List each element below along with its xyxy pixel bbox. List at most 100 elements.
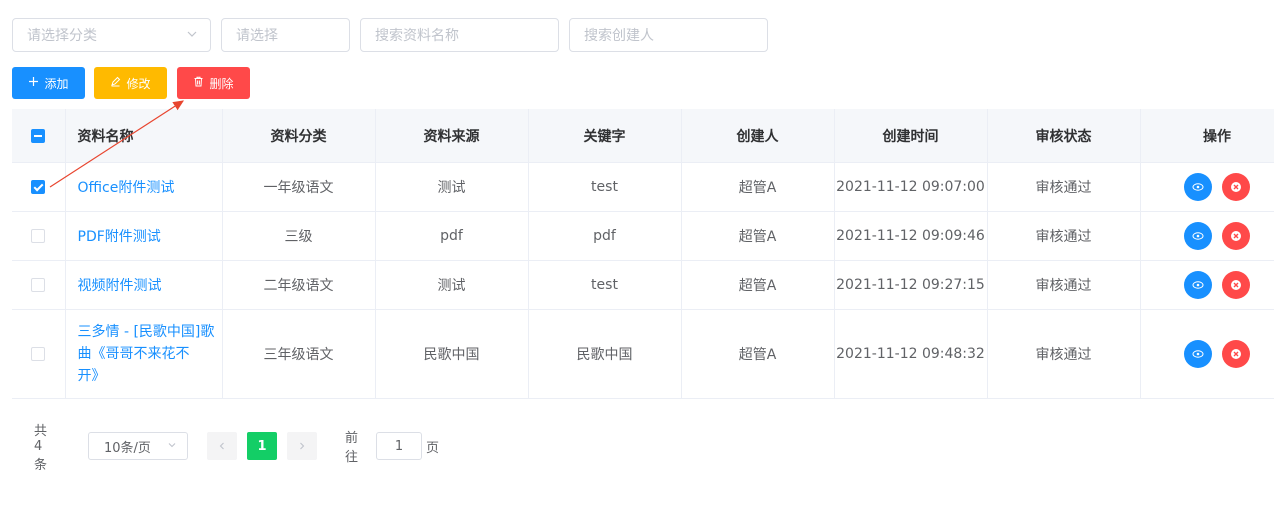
- select-all-checkbox[interactable]: [31, 128, 46, 143]
- goto-label: 前往: [345, 431, 359, 465]
- row-name-link[interactable]: PDF附件测试: [65, 211, 223, 261]
- row-name-link[interactable]: 三多情 - [民歌中国]歌 曲《哥哥不来花不 开》: [65, 309, 223, 399]
- row-checkbox[interactable]: [31, 347, 46, 361]
- row-name-line: 三多情 - [民歌中国]歌: [77, 324, 215, 340]
- eye-icon: [1192, 281, 1204, 289]
- chevron-down-icon: [186, 28, 198, 43]
- row-created: 2021-11-12 09:09:46: [834, 211, 988, 261]
- table-row: PDF附件测试 三级 pdf pdf 超管A 2021-11-12 09:09:…: [12, 211, 1274, 261]
- view-button[interactable]: [1184, 222, 1212, 250]
- goto-page-input[interactable]: 1: [376, 432, 422, 460]
- header-category: 资料分类: [222, 109, 376, 163]
- add-button[interactable]: 添加: [12, 67, 85, 99]
- remove-button[interactable]: [1222, 222, 1250, 250]
- table-row: 三多情 - [民歌中国]歌 曲《哥哥不来花不 开》 三年级语文 民歌中国 民歌中…: [12, 309, 1274, 399]
- delete-button[interactable]: 删除: [177, 67, 250, 99]
- category-select-placeholder: 请选择分类: [27, 28, 97, 44]
- row-category: 三级: [222, 211, 376, 261]
- page-suffix-label: 页: [426, 440, 440, 456]
- name-search-placeholder: 搜索资料名称: [375, 28, 459, 44]
- row-creator: 超管A: [681, 260, 835, 310]
- table-row: Office附件测试 一年级语文 测试 test 超管A 2021-11-12 …: [12, 162, 1274, 212]
- plus-icon: [28, 76, 39, 90]
- row-created: 2021-11-12 09:48:32: [834, 309, 988, 399]
- row-status: 审核通过: [987, 162, 1141, 212]
- row-keyword: test: [528, 260, 682, 310]
- secondary-select[interactable]: 请选择: [221, 18, 350, 52]
- next-page-button[interactable]: [287, 432, 317, 460]
- eye-icon: [1192, 350, 1204, 358]
- chevron-left-icon: [219, 442, 224, 450]
- creator-search-placeholder: 搜索创建人: [584, 28, 654, 44]
- edit-button[interactable]: 修改: [94, 67, 167, 99]
- creator-search-input[interactable]: 搜索创建人: [569, 18, 768, 52]
- row-status: 审核通过: [987, 309, 1141, 399]
- row-select-cell: [12, 162, 66, 212]
- view-button[interactable]: [1184, 271, 1212, 299]
- close-circle-icon: [1231, 280, 1241, 290]
- close-circle-icon: [1231, 231, 1241, 241]
- remove-button[interactable]: [1222, 173, 1250, 201]
- page-size-value: 10条/页: [104, 440, 151, 456]
- row-source: 测试: [375, 162, 529, 212]
- row-select-cell: [12, 260, 66, 310]
- header-status: 审核状态: [987, 109, 1141, 163]
- header-created: 创建时间: [834, 109, 988, 163]
- select-all-cell: [12, 109, 66, 163]
- page-number-current[interactable]: 1: [247, 432, 277, 460]
- remove-button[interactable]: [1222, 340, 1250, 368]
- row-category: 三年级语文: [222, 309, 376, 399]
- delete-button-label: 删除: [209, 76, 234, 91]
- name-search-input[interactable]: 搜索资料名称: [360, 18, 559, 52]
- row-status: 审核通过: [987, 211, 1141, 261]
- row-keyword: 民歌中国: [528, 309, 682, 399]
- row-source: 民歌中国: [375, 309, 529, 399]
- row-actions: [1140, 309, 1274, 399]
- row-name-line: 曲《哥哥不来花不: [77, 346, 190, 362]
- header-keyword: 关键字: [528, 109, 682, 163]
- view-button[interactable]: [1184, 340, 1212, 368]
- total-count: 共 4 条: [34, 423, 48, 473]
- data-table: 资料名称 资料分类 资料来源 关键字 创建人 创建时间 审核状态 操作 Offi…: [12, 109, 1274, 399]
- row-checkbox[interactable]: [31, 229, 46, 243]
- secondary-select-placeholder: 请选择: [236, 28, 278, 44]
- view-button[interactable]: [1184, 173, 1212, 201]
- row-select-cell: [12, 309, 66, 399]
- row-name-link[interactable]: Office附件测试: [65, 162, 223, 212]
- category-select[interactable]: 请选择分类: [12, 18, 211, 52]
- row-creator: 超管A: [681, 309, 835, 399]
- pencil-icon: [110, 76, 121, 90]
- row-actions: [1140, 260, 1274, 310]
- row-select-cell: [12, 211, 66, 261]
- page-size-select[interactable]: 10条/页: [88, 432, 188, 460]
- remove-button[interactable]: [1222, 271, 1250, 299]
- table-header-row: 资料名称 资料分类 资料来源 关键字 创建人 创建时间 审核状态 操作: [12, 109, 1274, 163]
- header-name: 资料名称: [65, 109, 223, 163]
- eye-icon: [1192, 183, 1204, 191]
- row-actions: [1140, 211, 1274, 261]
- row-created: 2021-11-12 09:27:15: [834, 260, 988, 310]
- row-source: 测试: [375, 260, 529, 310]
- row-source: pdf: [375, 211, 529, 261]
- row-checkbox[interactable]: [31, 180, 46, 194]
- row-status: 审核通过: [987, 260, 1141, 310]
- row-keyword: pdf: [528, 211, 682, 261]
- header-source: 资料来源: [375, 109, 529, 163]
- edit-button-label: 修改: [126, 76, 151, 91]
- row-category: 一年级语文: [222, 162, 376, 212]
- header-creator: 创建人: [681, 109, 835, 163]
- trash-icon: [193, 76, 204, 90]
- row-checkbox[interactable]: [31, 278, 46, 292]
- row-keyword: test: [528, 162, 682, 212]
- prev-page-button[interactable]: [207, 432, 237, 460]
- row-name-link[interactable]: 视频附件测试: [65, 260, 223, 310]
- eye-icon: [1192, 232, 1204, 240]
- row-category: 二年级语文: [222, 260, 376, 310]
- table-row: 视频附件测试 二年级语文 测试 test 超管A 2021-11-12 09:2…: [12, 260, 1274, 310]
- row-created: 2021-11-12 09:07:00: [834, 162, 988, 212]
- header-actions: 操作: [1140, 109, 1274, 163]
- row-actions: [1140, 162, 1274, 212]
- row-name-line: 开》: [77, 368, 106, 384]
- row-creator: 超管A: [681, 162, 835, 212]
- add-button-label: 添加: [44, 76, 69, 91]
